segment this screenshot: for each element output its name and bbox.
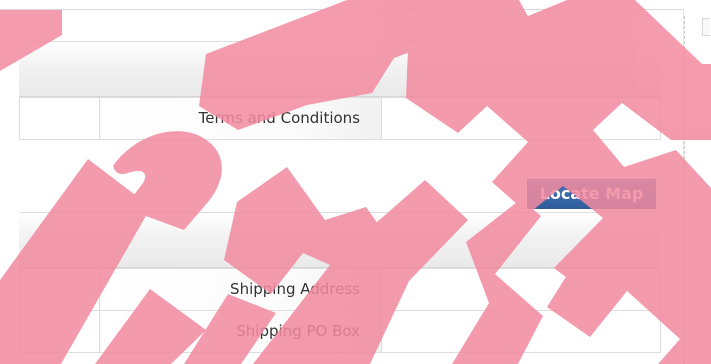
sidebar-divider xyxy=(684,16,685,364)
field-label: Shipping Address xyxy=(99,268,382,311)
field-value[interactable] xyxy=(381,97,661,140)
table-row: Shipping Address xyxy=(19,268,661,311)
field-label: Shipping PO Box xyxy=(99,310,382,353)
shipping-table: Shipping Address Shipping PO Box xyxy=(19,268,661,353)
locate-map-button[interactable]: Locate Map xyxy=(527,179,656,209)
empty-cell xyxy=(19,310,100,353)
page: Terms and Conditions Shipping Address Sh… xyxy=(0,0,711,364)
field-label: Terms and Conditions xyxy=(99,97,382,140)
empty-cell xyxy=(19,97,100,140)
table-row: Terms and Conditions xyxy=(19,97,661,140)
terms-table: Terms and Conditions xyxy=(19,97,661,140)
scroll-handle[interactable] xyxy=(702,18,710,36)
field-value[interactable] xyxy=(381,268,661,311)
table-row: Shipping PO Box xyxy=(19,310,661,353)
empty-cell xyxy=(19,268,100,311)
field-value[interactable] xyxy=(381,310,661,353)
terms-panel-header xyxy=(19,41,660,97)
shipping-panel-header xyxy=(19,212,660,268)
